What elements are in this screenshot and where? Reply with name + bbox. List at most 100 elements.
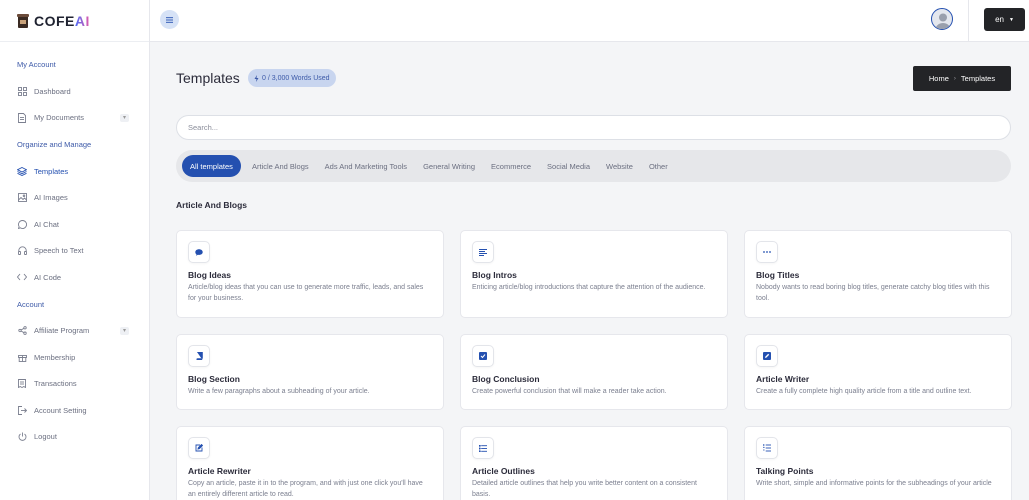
template-card-article-outlines[interactable]: Article Outlines Detailed article outlin…	[460, 426, 728, 500]
template-card-blog-ideas[interactable]: Blog Ideas Article/blog ideas that you c…	[176, 230, 444, 318]
code-icon	[17, 272, 27, 282]
template-card-article-rewriter[interactable]: Article Rewriter Copy an article, paste …	[176, 426, 444, 500]
topbar: en ▼	[150, 0, 1029, 42]
nav-section-organize: Organize and Manage	[17, 140, 92, 149]
card-title: Blog Titles	[756, 270, 800, 280]
chevron-right-icon: ›	[953, 75, 956, 82]
sidebar-item-logout[interactable]: Logout	[0, 424, 149, 451]
section-heading: Article And Blogs	[176, 200, 247, 210]
receipt-icon	[17, 379, 27, 389]
card-description: Create a fully complete high quality art…	[756, 388, 972, 395]
tab-social-media[interactable]: Social Media	[539, 155, 598, 177]
template-card-blog-section[interactable]: Blog Section Write a few paragraphs abou…	[176, 334, 444, 410]
sign-in-icon	[17, 405, 27, 415]
chevron-down-icon[interactable]: ▾	[120, 113, 129, 122]
card-title: Talking Points	[756, 466, 814, 476]
tab-ecommerce[interactable]: Ecommerce	[483, 155, 539, 177]
card-title: Article Outlines	[472, 466, 535, 476]
words-used-badge: 0 / 3,000 Words Used	[248, 69, 336, 87]
sidebar-item-label: Templates	[34, 166, 69, 176]
tab-website[interactable]: Website	[598, 155, 641, 177]
gift-icon	[17, 352, 27, 362]
book-icon	[188, 345, 210, 367]
words-used-label: 0 / 3,000 Words Used	[262, 74, 330, 82]
chat-icon	[17, 219, 27, 229]
card-title: Blog Section	[188, 374, 240, 384]
power-icon	[17, 432, 27, 442]
template-card-blog-conclusion[interactable]: Blog Conclusion Create powerful conclusi…	[460, 334, 728, 410]
sidebar-item-ai-code[interactable]: AI Code	[0, 264, 149, 291]
card-description: Detailed article outlines that help you …	[472, 480, 697, 498]
language-select[interactable]: en ▼	[984, 8, 1025, 31]
template-card-blog-titles[interactable]: Blog Titles Nobody wants to read boring …	[744, 230, 1012, 318]
card-description: Create powerful conclusion that will mak…	[472, 388, 667, 395]
template-card-talking-points[interactable]: Talking Points Write short, simple and i…	[744, 426, 1012, 500]
template-card-blog-intros[interactable]: Blog Intros Enticing article/blog introd…	[460, 230, 728, 318]
tab-ads-and-marketing[interactable]: Ads And Marketing Tools	[317, 155, 415, 177]
tab-all-templates[interactable]: All templates	[182, 155, 241, 177]
template-card-article-writer[interactable]: Article Writer Create a fully complete h…	[744, 334, 1012, 410]
card-title: Blog Conclusion	[472, 374, 540, 384]
card-title: Article Writer	[756, 374, 810, 384]
sidebar-item-label: My Documents	[34, 113, 85, 123]
tab-other[interactable]: Other	[641, 155, 676, 177]
breadcrumb-current: Templates	[960, 74, 996, 83]
sidebar-item-transactions[interactable]: Transactions	[0, 371, 149, 398]
caret-down-icon: ▼	[1008, 16, 1014, 23]
search-input[interactable]	[176, 115, 1011, 140]
sidebar-item-label: Transactions	[34, 379, 77, 389]
main-content: Templates 0 / 3,000 Words Used Home › Te…	[150, 42, 1029, 500]
card-description: Enticing article/blog introductions that…	[472, 284, 706, 291]
category-tabs: All templates Article And Blogs Ads And …	[176, 150, 1011, 182]
nav-section-my-account: My Account	[17, 60, 56, 69]
share-icon	[17, 326, 27, 336]
nav-section-account: Account	[17, 299, 45, 309]
sidebar-item-label: AI Images	[34, 193, 68, 203]
card-description: Copy an article, paste it in to the prog…	[188, 480, 423, 498]
bolt-icon	[254, 74, 259, 82]
sidebar-item-account-setting[interactable]: Account Setting	[0, 397, 149, 424]
menu-toggle-button[interactable]	[160, 10, 179, 29]
chat-bubble-icon	[188, 241, 210, 263]
breadcrumb-home[interactable]: Home	[929, 74, 949, 83]
topbar-divider	[968, 0, 969, 42]
grid-icon	[17, 86, 27, 96]
sidebar-item-label: AI Chat	[34, 219, 60, 229]
sidebar-item-ai-chat[interactable]: AI Chat	[0, 211, 149, 238]
check-square-icon	[472, 345, 494, 367]
brand-logo[interactable]: COFEAI	[0, 0, 149, 42]
sidebar-item-label: Membership	[34, 352, 76, 362]
user-icon	[935, 13, 951, 29]
card-title: Article Rewriter	[188, 466, 251, 476]
sidebar-item-ai-images[interactable]: AI Images	[0, 185, 149, 212]
chevron-down-icon[interactable]: ▾	[120, 326, 129, 335]
sidebar-item-label: Dashboard	[34, 86, 71, 96]
sidebar-item-label: Logout	[34, 432, 57, 442]
user-avatar[interactable]	[931, 8, 953, 30]
sidebar-item-speech-to-text[interactable]: Speech to Text	[0, 238, 149, 265]
ellipsis-icon	[756, 241, 778, 263]
sidebar-nav: My Account Dashboard My Documents ▾ Orga…	[0, 42, 149, 450]
card-description: Nobody wants to read boring blog titles,…	[756, 284, 990, 302]
sidebar: COFEAI My Account Dashboard My Documents…	[0, 0, 150, 500]
tab-article-and-blogs[interactable]: Article And Blogs	[244, 155, 317, 177]
layers-icon	[17, 166, 27, 176]
sidebar-item-affiliate-program[interactable]: Affiliate Program ▾	[0, 318, 149, 345]
card-title: Blog Intros	[472, 270, 517, 280]
card-description: Write short, simple and informative poin…	[756, 480, 992, 487]
sidebar-item-templates[interactable]: Templates	[0, 158, 149, 185]
sidebar-item-label: Affiliate Program	[34, 326, 90, 336]
card-description: Write a few paragraphs about a subheadin…	[188, 388, 370, 395]
hamburger-icon	[166, 16, 173, 23]
sidebar-item-membership[interactable]: Membership	[0, 344, 149, 371]
edit-icon	[188, 437, 210, 459]
sidebar-item-my-documents[interactable]: My Documents ▾	[0, 105, 149, 132]
pen-square-icon	[756, 345, 778, 367]
sidebar-item-label: Account Setting	[34, 405, 87, 415]
template-grid: Blog Ideas Article/blog ideas that you c…	[176, 230, 1012, 500]
align-left-icon	[472, 241, 494, 263]
sidebar-item-dashboard[interactable]: Dashboard	[0, 78, 149, 105]
language-label: en	[995, 15, 1004, 24]
card-description: Article/blog ideas that you can use to g…	[188, 284, 424, 302]
tab-general-writing[interactable]: General Writing	[415, 155, 483, 177]
